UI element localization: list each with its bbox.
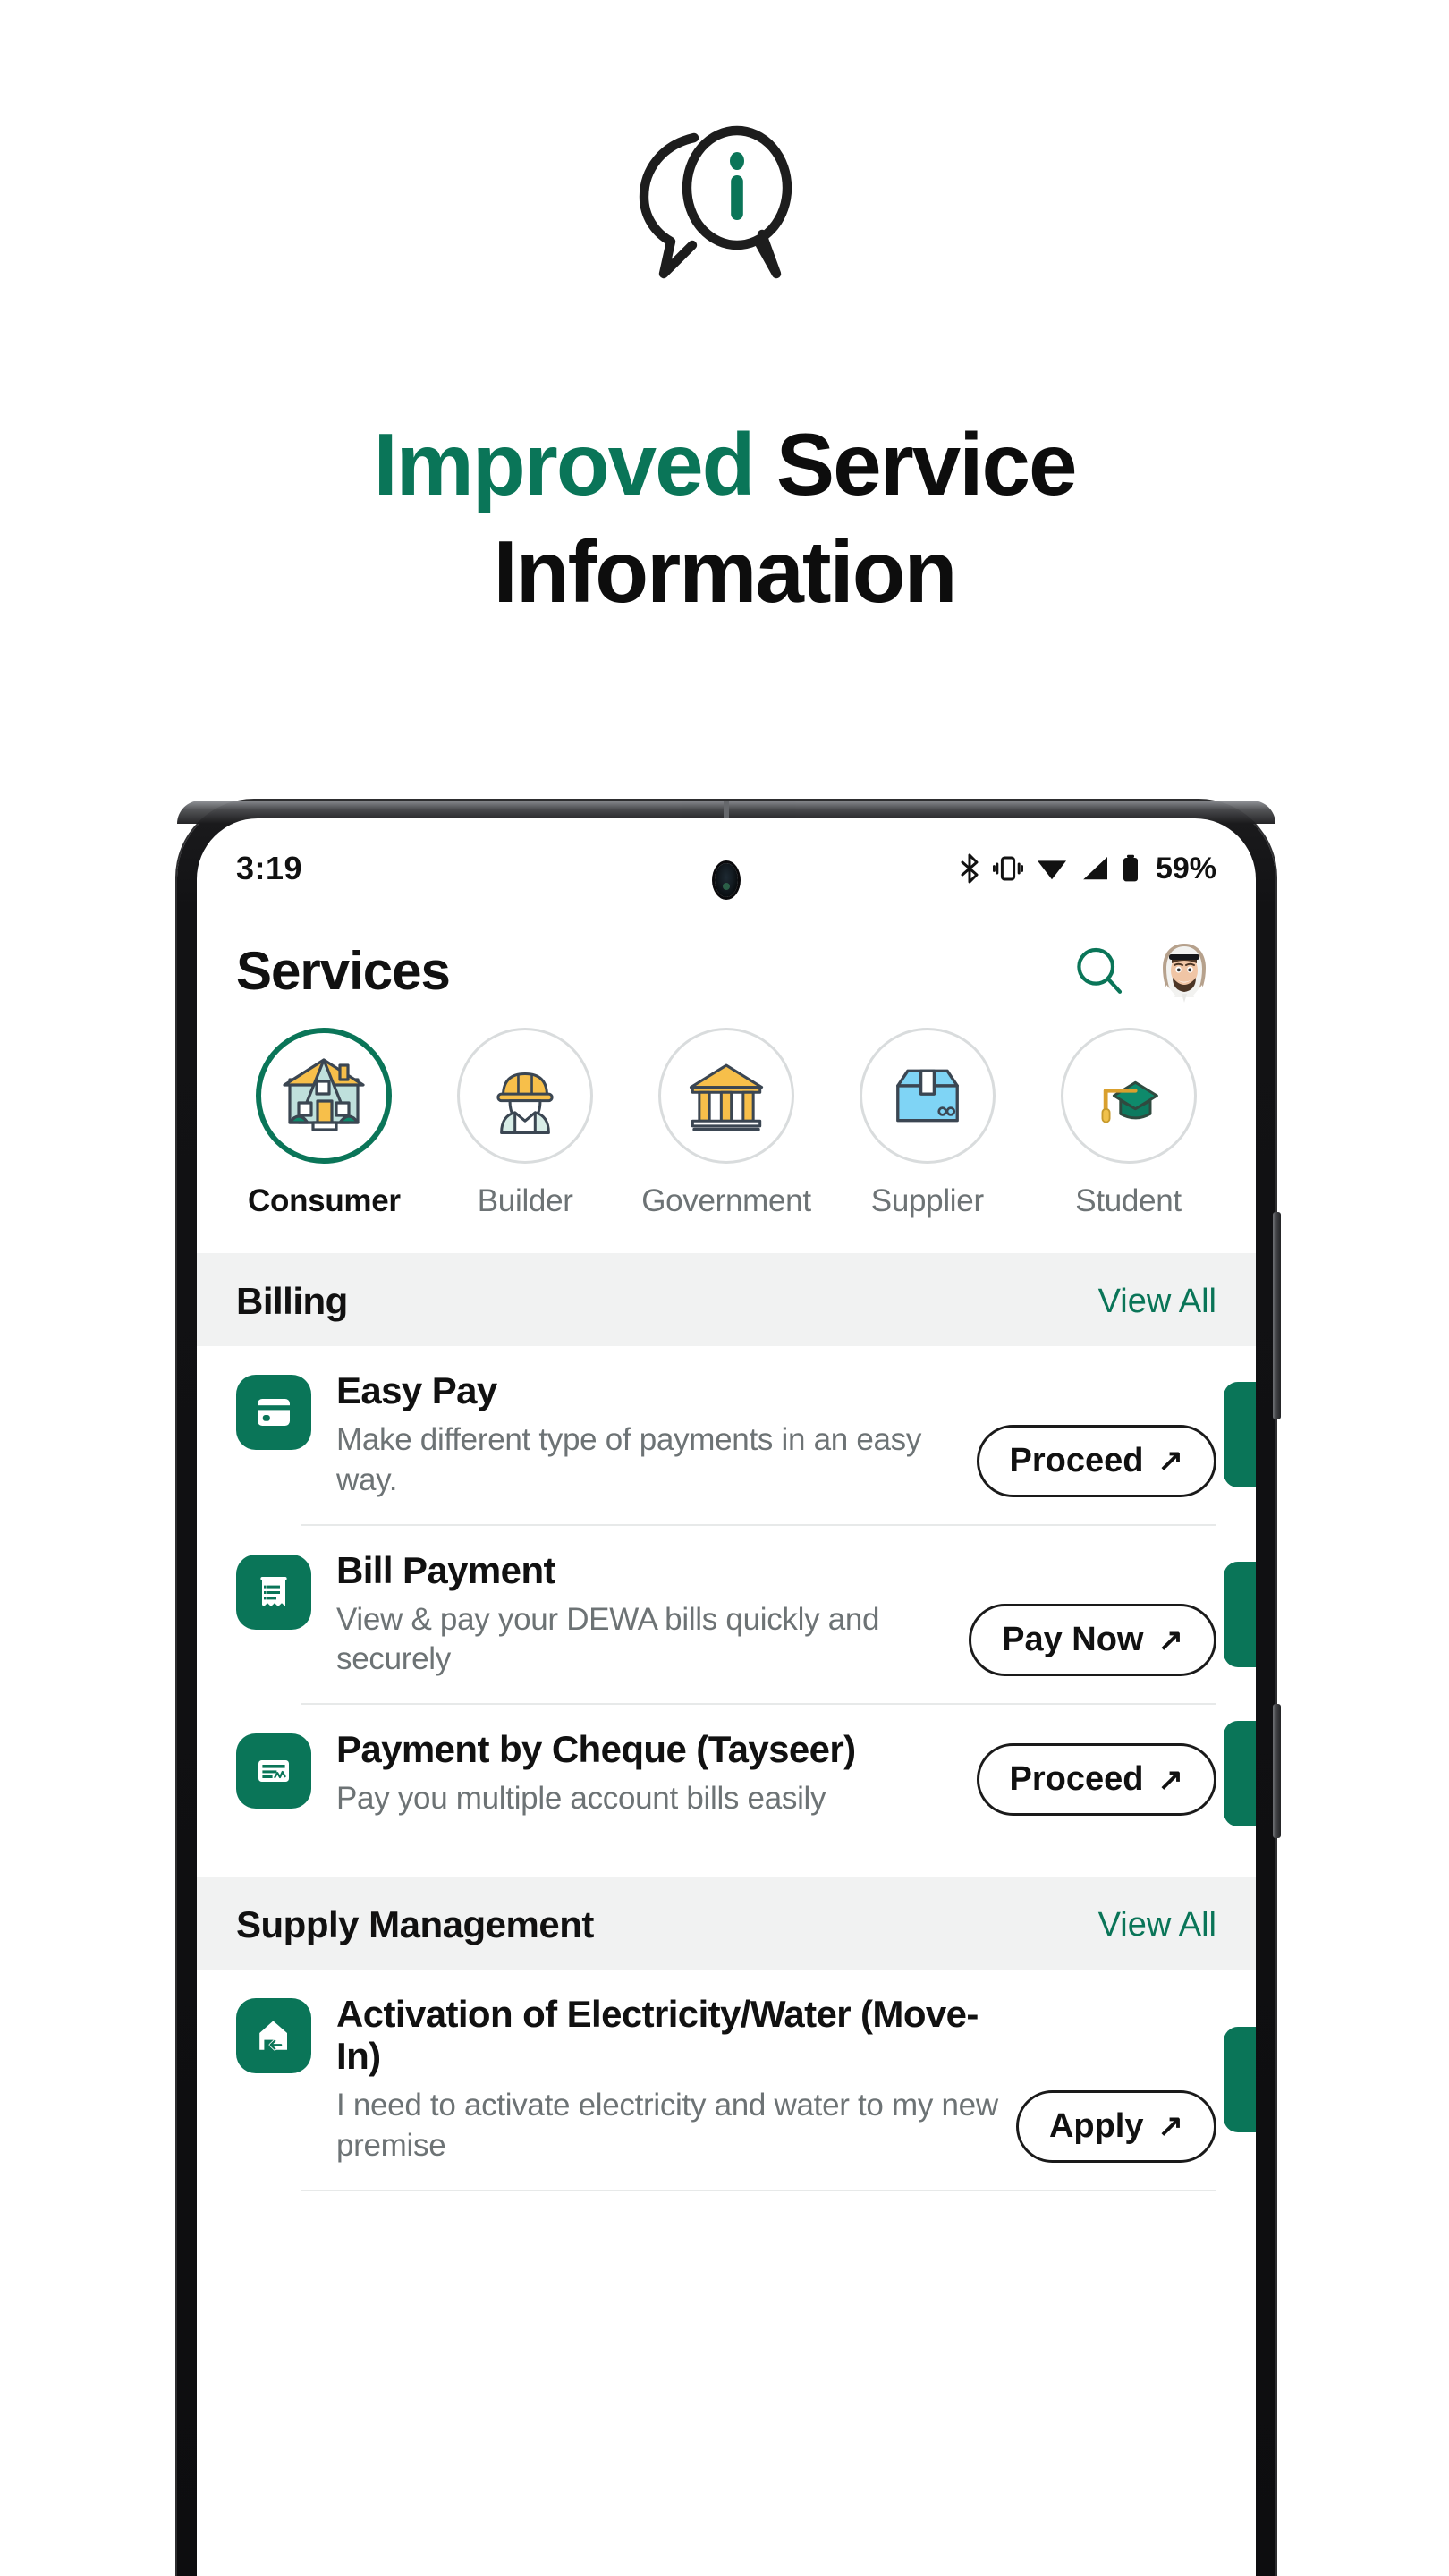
cta-label: Pay Now [1002,1621,1144,1659]
battery-percent: 59% [1155,851,1216,886]
external-arrow-icon: ↗ [1157,1623,1184,1657]
service-description: I need to activate electricity and water… [336,2088,998,2163]
category-consumer-label: Consumer [248,1183,401,1218]
service-side-tab[interactable] [1224,1721,1256,1827]
phone-screen: 3:19 59% Services Consumer Builder Gover… [197,818,1256,2576]
service-text: Bill Payment View & pay your DEWA bills … [311,1549,969,1681]
section-title: Billing [236,1280,348,1322]
external-arrow-icon: ↗ [1157,1444,1184,1479]
external-arrow-icon: ↗ [1157,2109,1184,2144]
power-button[interactable] [1273,1704,1281,1838]
category-government-circle [657,1028,794,1164]
app-header: Services [197,919,1256,1012]
house-icon [283,1058,365,1131]
cta-label: Apply [1048,2106,1144,2145]
spacer [197,1219,1256,1253]
promo-screenshot: Improved Service Information 3:19 59% Se… [0,0,1449,2576]
receipt-icon [236,1554,311,1630]
battery-icon [1123,854,1138,882]
divider [301,2189,1216,2191]
service-title: Activation of Electricity/Water (Move-In… [336,1993,979,2078]
service-title: Bill Payment [336,1548,555,1591]
cta-label: Proceed [1009,1441,1144,1479]
phone-mockup: 3:19 59% Services Consumer Builder Gover… [177,801,1281,2576]
proceed-button[interactable]: Proceed ↗ [976,1743,1216,1817]
pay-now-button[interactable]: Pay Now ↗ [969,1604,1216,1677]
screen-title: Services [236,940,451,1001]
construction-worker-icon [496,1072,554,1134]
service-side-tab[interactable] [1224,1561,1256,1667]
service-row-bill-payment[interactable]: Bill Payment View & pay your DEWA bills … [197,1526,1256,1704]
service-description: View & pay your DEWA bills quickly and s… [336,1601,880,1677]
service-description: Make different type of payments in an ea… [336,1422,922,1497]
category-supplier-label: Supplier [870,1183,984,1218]
category-student-label: Student [1075,1183,1182,1218]
service-row-easy-pay[interactable]: Easy Pay Make different type of payments… [197,1346,1256,1524]
headline-line2: Information [493,522,958,621]
section-header-billing: Billing View All [197,1253,1256,1346]
category-consumer[interactable]: Consumer [224,1028,425,1219]
category-government-label: Government [641,1183,811,1218]
credit-card-icon [236,1375,311,1450]
package-box-icon [895,1069,959,1123]
service-side-tab[interactable] [1224,2026,1256,2132]
category-student-circle [1060,1028,1197,1164]
headline-accent: Improved [373,415,755,513]
service-side-tab[interactable] [1224,1382,1256,1488]
page-title: Improved Service Information [0,420,1449,615]
graduation-cap-icon [1101,1080,1158,1123]
headline-rest: Service [753,415,1078,513]
service-text: Activation of Electricity/Water (Move-In… [311,1993,1016,2166]
cheque-icon [236,1733,311,1809]
external-arrow-icon: ↗ [1157,1762,1184,1797]
bank-building-icon [689,1063,764,1131]
service-text: Payment by Cheque (Tayseer) Pay you mult… [311,1728,977,1819]
search-icon[interactable] [1070,941,1129,1000]
volume-button[interactable] [1273,1212,1281,1419]
service-row-payment-by-cheque[interactable]: Payment by Cheque (Tayseer) Pay you mult… [197,1705,1256,1843]
category-builder[interactable]: Builder [425,1028,626,1219]
category-government[interactable]: Government [626,1028,827,1219]
category-strip: Consumer Builder Government Supplier Stu… [197,1012,1256,1219]
service-list-supply-management: Activation of Electricity/Water (Move-In… [197,1970,1256,2191]
service-title: Payment by Cheque (Tayseer) [336,1728,856,1771]
info-speech-bubbles-icon [0,116,1449,295]
service-row-activation-move-in[interactable]: Activation of Electricity/Water (Move-In… [197,1970,1256,2190]
view-all-link-billing[interactable]: View All [1098,1283,1216,1321]
category-supplier[interactable]: Supplier [826,1028,1028,1219]
category-builder-label: Builder [477,1183,573,1218]
category-student[interactable]: Student [1028,1028,1229,1219]
vibrate-icon [992,856,1023,881]
section-title: Supply Management [236,1903,594,1946]
user-avatar[interactable] [1152,938,1216,1003]
header-actions [1070,938,1216,1003]
service-text: Easy Pay Make different type of payments… [311,1369,977,1501]
house-move-in-icon [236,1998,311,2074]
proceed-button[interactable]: Proceed ↗ [976,1424,1216,1497]
service-title: Easy Pay [336,1369,497,1411]
category-supplier-circle [859,1028,996,1164]
status-time: 3:19 [236,850,303,886]
view-all-link-supply-management[interactable]: View All [1098,1906,1216,1945]
cta-label: Proceed [1009,1760,1144,1799]
wifi-icon [1037,860,1066,880]
status-icon-group: 59% [959,852,1216,886]
service-description: Pay you multiple account bills easily [336,1781,826,1817]
category-builder-circle [457,1028,594,1164]
front-camera-punchhole [715,863,738,897]
spacer [197,1843,1256,1877]
cellular-signal-icon [1083,857,1107,880]
section-header-supply-management: Supply Management View All [197,1877,1256,1970]
bluetooth-icon [961,853,979,884]
service-list-billing: Easy Pay Make different type of payments… [197,1346,1256,1843]
apply-button[interactable]: Apply ↗ [1015,2089,1216,2163]
category-consumer-circle [256,1028,393,1164]
